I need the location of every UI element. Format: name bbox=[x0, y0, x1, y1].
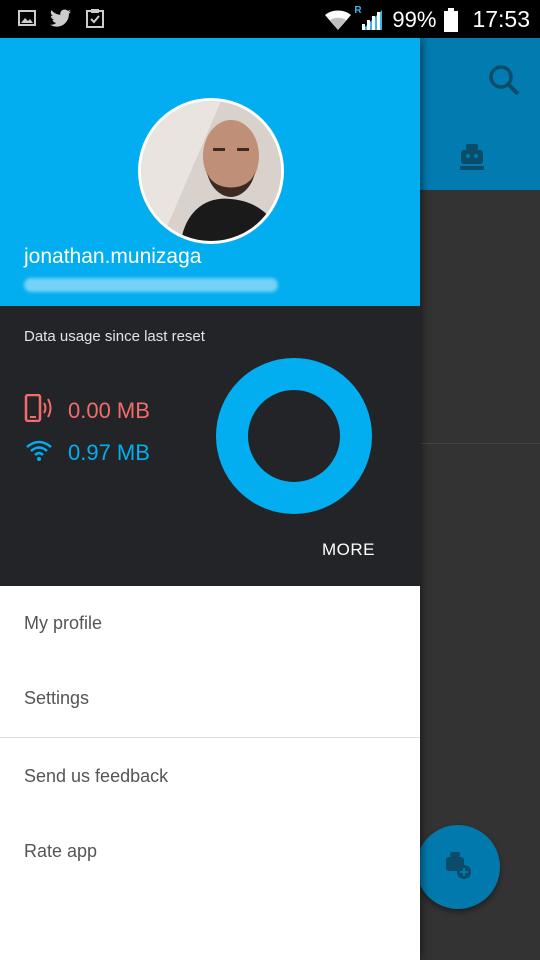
clock: 17:53 bbox=[472, 6, 530, 32]
data-usage-title: Data usage since last reset bbox=[24, 328, 205, 345]
data-usage-panel: Data usage since last reset 0.00 MB 0.97… bbox=[0, 306, 420, 586]
navigation-drawer: jonathan.munizaga Data usage since last … bbox=[0, 38, 420, 960]
wifi-data-icon bbox=[24, 438, 54, 467]
gallery-icon bbox=[18, 10, 36, 26]
drawer-menu: My profile Settings Send us feedback Rat… bbox=[0, 586, 420, 889]
add-robot-icon bbox=[443, 850, 473, 885]
mobile-usage-value: 0.00 MB bbox=[68, 397, 150, 423]
menu-item-send-feedback[interactable]: Send us feedback bbox=[0, 739, 420, 814]
wifi-usage-value: 0.97 MB bbox=[68, 439, 150, 465]
wifi-usage-row: 0.97 MB bbox=[24, 438, 150, 467]
profile-photo bbox=[141, 101, 281, 241]
email-blurred bbox=[24, 278, 278, 292]
menu-item-settings[interactable]: Settings bbox=[0, 661, 420, 736]
signal-icon: R bbox=[354, 5, 384, 31]
battery-icon bbox=[444, 7, 459, 32]
avatar[interactable] bbox=[138, 98, 284, 244]
mobile-usage-row: 0.00 MB bbox=[24, 393, 150, 427]
add-robot-button[interactable] bbox=[416, 825, 500, 909]
battery-percent: 99% bbox=[392, 6, 437, 32]
menu-divider bbox=[0, 737, 420, 738]
status-bar: R 99% 17:53 bbox=[0, 0, 540, 38]
background-divider bbox=[420, 443, 540, 444]
username: jonathan.munizaga bbox=[24, 245, 202, 268]
search-icon[interactable] bbox=[488, 64, 520, 101]
donut-wifi-segment bbox=[216, 358, 372, 514]
twitter-icon bbox=[50, 9, 72, 27]
menu-item-rate-app[interactable]: Rate app bbox=[0, 814, 420, 889]
drawer-header: jonathan.munizaga bbox=[0, 38, 420, 306]
robot-icon[interactable] bbox=[458, 142, 486, 177]
menu-item-my-profile[interactable]: My profile bbox=[0, 586, 420, 661]
wifi-icon bbox=[324, 9, 352, 31]
clipboard-icon bbox=[86, 8, 104, 28]
usage-donut-chart bbox=[216, 358, 372, 514]
roaming-indicator: R bbox=[354, 4, 362, 16]
more-button[interactable]: MORE bbox=[322, 540, 375, 560]
mobile-data-icon bbox=[24, 393, 54, 427]
